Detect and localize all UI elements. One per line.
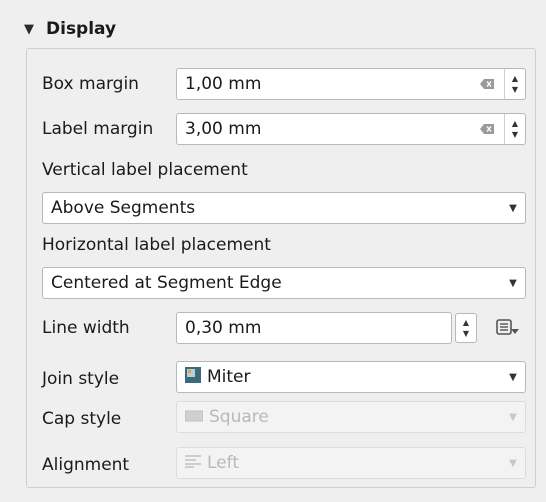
horizontal-placement-label: Horizontal label placement (42, 235, 271, 255)
box-margin-label: Box margin (42, 74, 139, 94)
chevron-down-icon: ▼ (509, 457, 517, 469)
align-left-icon (185, 453, 201, 473)
alignment-label: Alignment (42, 455, 130, 475)
chevron-down-icon: ▼ (509, 202, 517, 214)
section-title: Display (46, 19, 117, 39)
cap-style-label: Cap style (42, 409, 122, 429)
join-style-select[interactable]: Miter ▼ (176, 361, 526, 393)
line-width-input[interactable]: 0,30 mm (176, 312, 452, 344)
collapse-arrow-icon[interactable]: ▼ (24, 22, 34, 37)
data-defined-override-icon[interactable] (494, 315, 520, 341)
cap-style-select[interactable]: Square ▼ (176, 401, 526, 433)
clear-icon[interactable] (480, 79, 494, 89)
miter-join-icon (185, 366, 201, 388)
chevron-down-icon: ▼ (509, 411, 517, 423)
square-cap-icon (184, 407, 204, 427)
cap-style-value: Square (209, 407, 269, 427)
clear-icon[interactable] (480, 124, 494, 134)
join-style-value: Miter (207, 367, 251, 387)
spin-down-icon[interactable]: ▼ (463, 328, 469, 339)
vertical-placement-label: Vertical label placement (42, 160, 248, 180)
spin-up-icon[interactable]: ▲ (512, 73, 518, 84)
spin-up-icon[interactable]: ▲ (512, 118, 518, 129)
vertical-placement-value: Above Segments (51, 198, 196, 218)
chevron-down-icon: ▼ (509, 277, 517, 289)
line-width-label: Line width (42, 318, 130, 338)
spin-down-icon[interactable]: ▼ (512, 84, 518, 95)
label-margin-label: Label margin (42, 119, 154, 139)
line-width-value[interactable]: 0,30 mm (177, 318, 451, 338)
vertical-placement-select[interactable]: Above Segments ▼ (42, 192, 526, 224)
label-margin-spinner[interactable]: ▲ ▼ (504, 114, 525, 144)
horizontal-placement-value: Centered at Segment Edge (51, 273, 282, 293)
label-margin-input[interactable]: 3,00 mm ▲ ▼ (176, 113, 526, 145)
chevron-down-icon: ▼ (509, 371, 517, 383)
horizontal-placement-select[interactable]: Centered at Segment Edge ▼ (42, 267, 526, 299)
line-width-spinner[interactable]: ▲ ▼ (455, 313, 477, 343)
alignment-value: Left (207, 453, 239, 473)
display-section-header[interactable]: ▼ Display (20, 12, 526, 46)
join-style-label: Join style (42, 369, 120, 389)
box-margin-input[interactable]: 1,00 mm ▲ ▼ (176, 68, 526, 100)
alignment-select[interactable]: Left ▼ (176, 447, 526, 479)
box-margin-spinner[interactable]: ▲ ▼ (504, 69, 525, 99)
label-margin-value[interactable]: 3,00 mm (177, 119, 480, 139)
box-margin-value[interactable]: 1,00 mm (177, 74, 480, 94)
spin-up-icon[interactable]: ▲ (463, 317, 469, 328)
spin-down-icon[interactable]: ▼ (512, 129, 518, 140)
